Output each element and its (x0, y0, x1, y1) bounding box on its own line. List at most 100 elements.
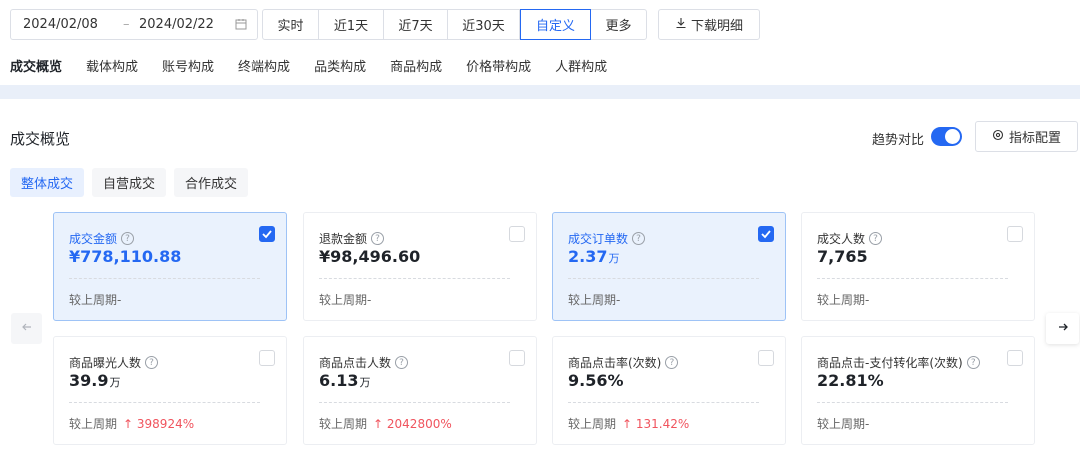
metric-value-text: 6.13 (319, 371, 359, 390)
metric-name-text: 商品点击-支付转化率(次数) (817, 356, 963, 370)
metric-card[interactable]: 成交人数? 7,765 较上周期- (801, 212, 1035, 321)
metric-name: 商品点击-支付转化率(次数)? (817, 354, 980, 371)
metric-checkbox[interactable] (1007, 350, 1023, 366)
section-title: 成交概览 (10, 130, 71, 148)
date-range-picker[interactable]: 2024/02/08 – 2024/02/22 (10, 9, 258, 40)
metric-card[interactable]: 商品点击率(次数)? 9.56% 较上周期 ↑ 131.42% (552, 336, 786, 445)
compare-value: 398924% (136, 417, 195, 431)
metric-name-text: 成交金额 (69, 232, 118, 246)
period-button[interactable]: 更多 (591, 10, 646, 39)
end-date[interactable]: 2024/02/22 (139, 17, 214, 32)
period-compare: 较上周期- (568, 291, 620, 308)
compare-value: 131.42% (635, 417, 690, 431)
metric-card[interactable]: 成交订单数? 2.37万较上周期- (552, 212, 786, 321)
trend-compare-label: 趋势对比 (872, 133, 925, 148)
metric-unit: 万 (608, 252, 620, 265)
prev-page-button[interactable] (11, 313, 42, 344)
metric-config-button[interactable]: 指标配置 (975, 121, 1078, 152)
help-icon[interactable]: ? (371, 232, 385, 245)
metric-card[interactable]: 退款金额? ¥98,496.60 较上周期- (303, 212, 537, 321)
metric-name: 退款金额? (319, 230, 385, 247)
toggle-knob (945, 129, 960, 144)
deal-type-tab[interactable]: 自营成交 (92, 168, 167, 197)
metric-name-text: 商品点击人数 (319, 356, 392, 370)
compare-change: ↑ 2042800% (373, 417, 452, 431)
period-button[interactable]: 近7天 (384, 10, 448, 39)
metric-checkbox[interactable] (509, 226, 525, 242)
card-divider (817, 402, 1008, 403)
help-icon[interactable]: ? (145, 356, 159, 369)
breakdown-tab[interactable]: 终端构成 (238, 56, 290, 75)
period-compare: 较上周期- (69, 291, 121, 308)
check-icon (761, 230, 771, 239)
metric-value: ¥98,496.60 (319, 247, 421, 266)
breakdown-tab[interactable]: 价格带构成 (466, 56, 531, 75)
help-icon[interactable]: ? (966, 356, 980, 369)
period-compare: 较上周期- (817, 415, 869, 432)
metric-checkbox[interactable] (509, 350, 525, 366)
metric-unit: 万 (359, 376, 371, 389)
deal-type-tab[interactable]: 合作成交 (174, 168, 249, 197)
period-button[interactable]: 近1天 (319, 10, 384, 39)
help-icon[interactable]: ? (869, 232, 883, 245)
card-divider (69, 402, 260, 403)
metric-checkbox[interactable] (1007, 226, 1023, 242)
metric-value: 2.37万 (568, 247, 619, 266)
metric-card[interactable]: 商品曝光人数? 39.9万 较上周期 ↑ 398924% (53, 336, 287, 445)
metric-name: 商品点击率(次数)? (568, 354, 679, 371)
metric-name: 成交金额? (69, 230, 135, 247)
download-label: 下载明细 (690, 19, 743, 34)
compare-value: 2042800% (386, 417, 452, 431)
metric-value: 39.9万 (69, 371, 120, 390)
metric-value: 9.56% (568, 371, 625, 390)
compare-label: 较上周期 (69, 293, 118, 307)
period-compare: 较上周期- (319, 291, 371, 308)
help-icon[interactable]: ? (632, 232, 646, 245)
metric-value-text: ¥778,110.88 (69, 247, 182, 266)
metric-card[interactable]: 商品点击人数? 6.13万 较上周期 ↑ 2042800% (303, 336, 537, 445)
next-page-button[interactable] (1046, 313, 1079, 344)
compare-value: - (616, 293, 621, 307)
compare-value: - (865, 293, 870, 307)
compare-label: 较上周期 (817, 417, 866, 431)
breakdown-tab[interactable]: 账号构成 (162, 56, 214, 75)
start-date[interactable]: 2024/02/08 (23, 17, 98, 32)
breakdown-tab[interactable]: 人群构成 (555, 56, 607, 75)
period-button[interactable]: 近30天 (448, 10, 520, 39)
card-divider (69, 278, 260, 279)
metric-value: 7,765 (817, 247, 869, 266)
help-icon[interactable]: ? (665, 356, 679, 369)
download-detail-button[interactable]: 下载明细 (658, 9, 760, 40)
breakdown-tab[interactable]: 成交概览 (10, 56, 62, 75)
arrow-right-icon (1057, 321, 1069, 337)
metric-name: 商品点击人数? (319, 354, 409, 371)
gear-icon (992, 129, 1004, 145)
help-icon[interactable]: ? (395, 356, 409, 369)
period-selector: 实时 近1天 近7天 近30天 自定义 更多 (262, 9, 647, 40)
breakdown-tab[interactable]: 载体构成 (86, 56, 138, 75)
arrow-up-icon: ↑ (622, 417, 633, 431)
metric-value-text: ¥98,496.60 (319, 247, 421, 266)
breakdown-tab[interactable]: 品类构成 (314, 56, 366, 75)
card-divider (319, 278, 510, 279)
period-button[interactable]: 自定义 (520, 9, 591, 40)
metric-value: 22.81% (817, 371, 885, 390)
metric-checkbox[interactable] (259, 226, 275, 242)
metric-checkbox[interactable] (758, 350, 774, 366)
metric-name-text: 成交订单数 (568, 232, 629, 246)
metric-checkbox[interactable] (259, 350, 275, 366)
deal-type-tabs: 整体成交 自营成交 合作成交 (10, 168, 249, 197)
metric-checkbox[interactable] (758, 226, 774, 242)
period-button[interactable]: 实时 (263, 10, 319, 39)
metric-name: 商品曝光人数? (69, 354, 159, 371)
deal-type-tab[interactable]: 整体成交 (10, 168, 85, 197)
breakdown-tab[interactable]: 商品构成 (390, 56, 442, 75)
help-icon[interactable]: ? (121, 232, 135, 245)
compare-change: ↑ 398924% (123, 417, 194, 431)
metric-card[interactable]: 商品点击-支付转化率(次数)? 22.81% 较上周期- (801, 336, 1035, 445)
trend-compare-toggle[interactable] (931, 127, 962, 146)
metric-value-text: 39.9 (69, 371, 109, 390)
compare-value: - (865, 417, 870, 431)
compare-label: 较上周期 (319, 417, 368, 431)
metric-card[interactable]: 成交金额? ¥778,110.88 较上周期- (53, 212, 287, 321)
